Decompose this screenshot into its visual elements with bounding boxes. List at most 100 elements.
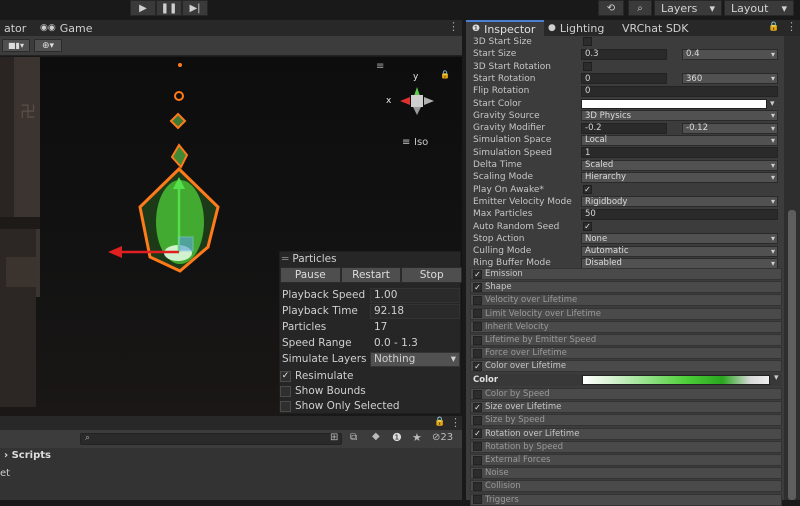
property-dropdown[interactable]: None xyxy=(581,233,778,245)
asset-item[interactable]: et xyxy=(0,468,10,479)
module-header[interactable]: ✓ Emission xyxy=(470,268,782,280)
property-row: Stop Action None xyxy=(466,233,782,245)
module-header[interactable]: Limit Velocity over Lifetime xyxy=(470,307,782,320)
hidden-packages-button[interactable]: ⊘23 xyxy=(432,432,453,443)
module-checkbox[interactable] xyxy=(473,389,482,399)
property-field[interactable]: 0.4 xyxy=(682,48,778,60)
module-header[interactable]: Noise xyxy=(470,467,782,480)
resimulate-checkbox[interactable]: ✓ xyxy=(280,370,291,382)
restart-particles-button[interactable]: Restart xyxy=(340,267,402,283)
module-header[interactable]: Color by Speed xyxy=(470,388,782,400)
tab-lighting[interactable]: ● Lighting xyxy=(548,20,604,36)
module-checkbox[interactable]: ✓ xyxy=(473,361,482,371)
module-checkbox[interactable] xyxy=(473,322,482,332)
gizmo-dropdown[interactable]: ⊕▾ xyxy=(34,39,62,52)
playback-speed-field[interactable]: 1.00 xyxy=(370,287,460,303)
playback-time-field[interactable]: 92.18 xyxy=(370,303,460,319)
module-checkbox[interactable] xyxy=(473,415,482,425)
property-field[interactable]: 360 xyxy=(682,73,778,85)
project-search-input[interactable]: ⌕ xyxy=(80,433,342,445)
favorite-star-icon[interactable]: ★ xyxy=(412,431,422,444)
property-field[interactable]: 0 xyxy=(581,73,667,85)
tab-inspector[interactable]: ❶ Inspector xyxy=(466,20,544,36)
filter-type-icon[interactable]: ⊞ xyxy=(330,432,338,443)
property-field[interactable]: 0.3 xyxy=(581,48,667,60)
stop-particles-button[interactable]: Stop xyxy=(401,267,463,283)
property-field[interactable]: 1 xyxy=(581,147,778,159)
module-checkbox[interactable] xyxy=(473,468,482,478)
kebab-menu-icon[interactable]: ⋮ xyxy=(450,416,461,429)
property-field[interactable]: -0.12 xyxy=(682,122,778,134)
tab-animator[interactable]: ator xyxy=(0,20,30,36)
module-checkbox[interactable] xyxy=(473,348,482,358)
module-checkbox[interactable] xyxy=(473,455,482,465)
tab-game[interactable]: ◉◉ Game xyxy=(36,20,96,36)
step-button[interactable]: ▶| xyxy=(182,0,208,16)
show-bounds-row[interactable]: Show Bounds xyxy=(280,383,462,399)
module-header[interactable]: Velocity over Lifetime xyxy=(470,294,782,307)
lock-icon[interactable]: 🔒 xyxy=(434,417,445,427)
module-header[interactable]: Inherit Velocity xyxy=(470,320,782,333)
property-dropdown[interactable]: Scaled xyxy=(581,159,778,171)
pause-particles-button[interactable]: Pause xyxy=(280,267,341,283)
simulate-layers-dropdown[interactable]: Nothing ▾ xyxy=(370,351,460,367)
module-header[interactable]: ✓ Shape xyxy=(470,281,782,294)
module-header[interactable]: ✓ Color over Lifetime xyxy=(470,360,782,373)
chevron-down-icon[interactable]: ▾ xyxy=(770,99,775,109)
resimulate-row[interactable]: ✓ Resimulate xyxy=(280,368,462,384)
layers-dropdown[interactable]: Layers ▾ xyxy=(654,0,722,16)
module-header[interactable]: ✓ Size over Lifetime xyxy=(470,401,782,414)
module-checkbox[interactable]: ✓ xyxy=(473,429,482,439)
property-checkbox[interactable] xyxy=(583,37,592,46)
info-icon[interactable]: ❶ xyxy=(392,431,402,444)
draw-mode-dropdown[interactable]: ■▮▾ xyxy=(2,39,30,52)
play-button[interactable]: ▶ xyxy=(130,0,156,16)
property-field[interactable]: -0.2 xyxy=(581,122,667,134)
kebab-menu-icon[interactable]: ⋮ xyxy=(448,20,459,33)
lock-icon[interactable]: 🔒 xyxy=(768,22,779,32)
property-dropdown[interactable]: Automatic xyxy=(581,245,778,257)
module-checkbox[interactable] xyxy=(473,481,482,491)
project-tab-bar: 🔒 ⋮ xyxy=(0,416,462,430)
module-checkbox[interactable] xyxy=(473,295,482,305)
module-checkbox[interactable]: ✓ xyxy=(473,269,482,279)
module-header[interactable]: Rotation by Speed xyxy=(470,440,782,453)
history-button[interactable]: ⟲ xyxy=(598,0,624,16)
property-field[interactable]: 0 xyxy=(581,85,778,97)
layout-dropdown[interactable]: Layout ▾ xyxy=(724,0,794,16)
module-header[interactable]: ✓ Rotation over Lifetime xyxy=(470,427,782,440)
module-header[interactable]: External Forces xyxy=(470,454,782,466)
drag-handle-icon[interactable]: ═ xyxy=(282,253,288,265)
property-dropdown[interactable]: Rigidbody xyxy=(581,196,778,208)
scripts-folder[interactable]: › Scripts xyxy=(4,450,51,461)
chevron-down-icon[interactable]: ▾ xyxy=(774,373,779,383)
module-checkbox[interactable]: ✓ xyxy=(473,282,482,292)
module-checkbox[interactable] xyxy=(473,309,482,319)
module-header[interactable]: Lifetime by Emitter Speed xyxy=(470,334,782,346)
property-dropdown[interactable]: Local xyxy=(581,134,778,146)
module-header[interactable]: Size by Speed xyxy=(470,414,782,427)
module-header[interactable]: Collision xyxy=(470,480,782,493)
property-checkbox[interactable]: ✓ xyxy=(583,184,592,194)
inspector-scroll-thumb[interactable] xyxy=(788,210,796,500)
property-checkbox[interactable] xyxy=(583,61,592,71)
show-only-selected-checkbox[interactable] xyxy=(280,400,291,412)
module-checkbox[interactable] xyxy=(473,442,482,452)
pause-button[interactable]: ❚❚ xyxy=(156,0,182,16)
property-checkbox[interactable]: ✓ xyxy=(583,221,592,231)
filter-label-icon[interactable]: ⧉ xyxy=(350,432,357,443)
show-bounds-checkbox[interactable] xyxy=(280,385,291,397)
tag-icon[interactable]: ◆ xyxy=(372,431,380,442)
search-button[interactable]: ⌕ xyxy=(628,0,652,16)
start-color-swatch[interactable] xyxy=(581,98,767,109)
tab-vrchat-sdk[interactable]: VRChat SDK xyxy=(622,20,689,36)
kebab-menu-icon[interactable]: ⋮ xyxy=(786,20,797,33)
property-field[interactable]: 50 xyxy=(581,208,778,220)
property-dropdown[interactable]: Hierarchy xyxy=(581,171,778,183)
module-header[interactable]: Force over Lifetime xyxy=(470,347,782,360)
property-dropdown[interactable]: 3D Physics xyxy=(581,110,778,122)
module-checkbox[interactable] xyxy=(473,335,482,345)
show-only-selected-row[interactable]: Show Only Selected xyxy=(280,398,462,414)
module-checkbox[interactable]: ✓ xyxy=(473,402,482,412)
color-gradient-field[interactable] xyxy=(582,375,770,385)
